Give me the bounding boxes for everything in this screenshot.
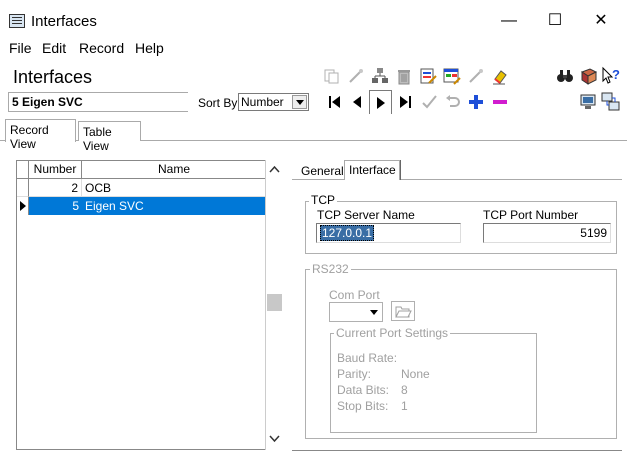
copy-icon[interactable] [322,66,342,86]
rs232-group-label: RS232 [310,262,351,276]
previous-record-icon[interactable] [347,92,367,112]
tcp-port-label: TCP Port Number [483,208,579,222]
row-selector[interactable] [17,179,29,197]
tab-table-view[interactable]: Table View [78,121,141,153]
column-header-number[interactable]: Number [29,161,82,179]
table-edit-icon[interactable] [442,66,462,86]
eraser-icon[interactable] [490,66,510,86]
menu-edit[interactable]: Edit [42,40,66,56]
next-record-icon[interactable] [369,90,392,114]
current-port-settings-label: Current Port Settings [334,326,451,340]
row-selector-current[interactable] [17,197,29,215]
current-record-field: 5 Eigen SVC [8,92,188,112]
sort-by-label: Sort By [198,96,238,110]
table-cell-name-selected[interactable]: Eigen SVC [82,197,266,215]
minimize-button[interactable]: — [486,8,532,34]
close-button[interactable]: ✕ [578,8,624,34]
stop-bits-label: Stop Bits: [337,399,389,413]
sort-by-value: Number [241,95,284,109]
app-icon [9,14,25,28]
data-bits-label: Data Bits: [337,383,390,397]
network-icon[interactable] [601,92,621,112]
data-bits-value: 8 [401,383,408,397]
confirm-check-icon[interactable] [419,92,439,112]
browse-folder-button[interactable] [391,301,415,321]
baud-rate-label: Baud Rate: [337,351,398,365]
folder-open-icon [395,306,412,318]
chevron-down-icon[interactable] [292,95,307,109]
com-port-label: Com Port [329,288,380,302]
menu-file[interactable]: File [9,40,32,56]
delete-record-icon[interactable] [490,92,510,112]
tcp-server-name-field[interactable]: 127.0.0.1 [316,223,461,243]
tcp-group-label: TCP [309,193,337,207]
tab-edge [400,160,401,180]
last-record-icon[interactable] [395,92,415,112]
monitor-icon[interactable] [578,92,598,112]
add-record-icon[interactable] [466,92,486,112]
tcp-port-field[interactable]: 5199 [483,223,611,243]
trash-icon[interactable] [394,66,414,86]
tab-general[interactable]: General [297,162,348,182]
chevron-down-icon[interactable] [367,304,381,320]
help-pointer-icon[interactable]: ? [601,66,621,86]
tab-record-view[interactable]: Record View [5,119,76,151]
book-icon[interactable] [579,66,599,86]
grid-scrollbar[interactable] [265,160,282,450]
detail-pane-bottom-border [292,450,622,451]
records-grid: Number Name 2 OCB 5 Eigen SVC [16,160,282,450]
form-title: Interfaces [13,67,93,87]
form-edit-icon[interactable] [418,66,438,86]
tree-icon[interactable] [370,66,390,86]
current-row-arrow-icon [20,201,26,211]
first-record-icon[interactable] [325,92,345,112]
table-cell-number-selected[interactable]: 5 [29,197,82,215]
menu-record[interactable]: Record [79,40,124,56]
table-cell-name[interactable]: OCB [82,179,266,197]
com-port-select[interactable] [329,302,383,322]
magic-wand-icon[interactable] [346,66,366,86]
scroll-down-icon[interactable] [267,431,282,446]
scroll-up-icon[interactable] [267,162,282,177]
tab-interface[interactable]: Interface [344,160,400,180]
table-cell-number[interactable]: 2 [29,179,82,197]
undo-icon[interactable] [442,92,462,112]
parity-label: Parity: [337,367,372,381]
binoculars-icon[interactable] [555,66,575,86]
window-title: Interfaces [31,13,97,30]
maximize-button[interactable]: ☐ [532,8,578,34]
sort-by-select[interactable]: Number [238,93,309,111]
stop-bits-value: 1 [401,399,408,413]
tcp-server-name-label: TCP Server Name [317,208,415,222]
column-header-name[interactable]: Name [82,161,266,179]
menu-help[interactable]: Help [135,40,164,56]
parity-value: None [401,367,430,381]
svg-text:?: ? [612,67,620,82]
row-header-corner [17,161,29,179]
tcp-server-name-value: 127.0.0.1 [320,225,375,241]
scroll-thumb[interactable] [267,294,282,311]
wand-disabled-icon[interactable] [466,66,486,86]
